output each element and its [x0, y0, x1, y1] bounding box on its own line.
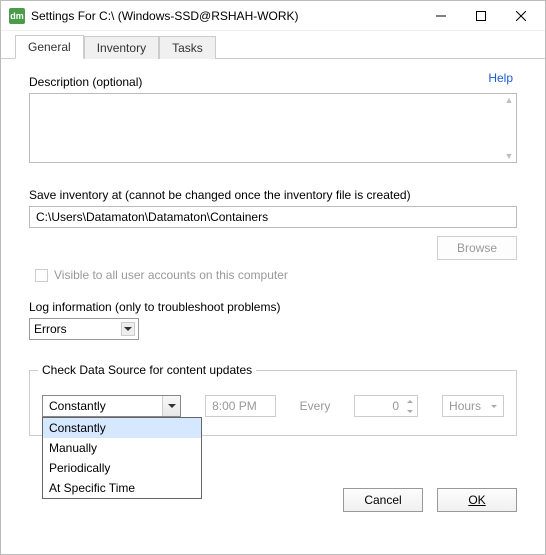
- option-periodically[interactable]: Periodically: [43, 458, 201, 478]
- visible-all-label: Visible to all user accounts on this com…: [54, 268, 288, 282]
- interval-count: 0: [354, 395, 418, 417]
- option-constantly[interactable]: Constantly: [43, 418, 201, 438]
- app-icon: dm: [9, 8, 25, 24]
- tab-inventory[interactable]: Inventory: [84, 36, 159, 59]
- log-label: Log information (only to troubleshoot pr…: [29, 300, 517, 314]
- option-manually[interactable]: Manually: [43, 438, 201, 458]
- frequency-select[interactable]: Constantly: [42, 395, 181, 417]
- frequency-value: Constantly: [49, 399, 106, 413]
- log-select[interactable]: Errors: [29, 318, 139, 340]
- chevron-down-icon: [121, 322, 135, 336]
- visible-all-row: Visible to all user accounts on this com…: [35, 268, 517, 282]
- save-at-label: Save inventory at (cannot be changed onc…: [29, 188, 517, 202]
- tab-general[interactable]: General: [15, 35, 84, 59]
- spinner-icon: [403, 396, 417, 416]
- interval-count-value: 0: [392, 399, 399, 413]
- minimize-button[interactable]: [421, 2, 461, 30]
- cancel-button[interactable]: Cancel: [343, 488, 423, 512]
- description-textarea[interactable]: [29, 93, 517, 163]
- every-label: Every: [300, 399, 331, 413]
- check-updates-group: Check Data Source for content updates Co…: [29, 370, 517, 436]
- description-label: Description (optional): [29, 75, 517, 89]
- scrollbar-hint: ▲▼: [504, 96, 514, 160]
- chevron-down-icon: [162, 396, 180, 416]
- maximize-button[interactable]: [461, 2, 501, 30]
- log-select-value: Errors: [34, 322, 67, 336]
- window-title: Settings For C:\ (Windows-SSD@RSHAH-WORK…: [31, 9, 421, 23]
- close-button[interactable]: [501, 2, 541, 30]
- save-at-input[interactable]: [29, 206, 517, 228]
- tab-tasks[interactable]: Tasks: [159, 36, 216, 59]
- browse-button[interactable]: Browse: [437, 236, 517, 260]
- visible-all-checkbox: [35, 269, 48, 282]
- title-bar: dm Settings For C:\ (Windows-SSD@RSHAH-W…: [1, 1, 545, 31]
- help-link[interactable]: Help: [488, 71, 513, 85]
- tab-panel-general: Help Description (optional) ▲▼ Save inve…: [1, 59, 545, 528]
- time-input: 8:00 PM: [205, 395, 276, 417]
- option-at-specific-time[interactable]: At Specific Time: [43, 478, 201, 498]
- interval-unit: Hours: [442, 395, 504, 417]
- check-updates-title: Check Data Source for content updates: [38, 363, 256, 377]
- ok-button[interactable]: OK: [437, 488, 517, 512]
- frequency-dropdown[interactable]: Constantly Manually Periodically At Spec…: [42, 417, 202, 499]
- tab-strip: General Inventory Tasks: [1, 31, 545, 59]
